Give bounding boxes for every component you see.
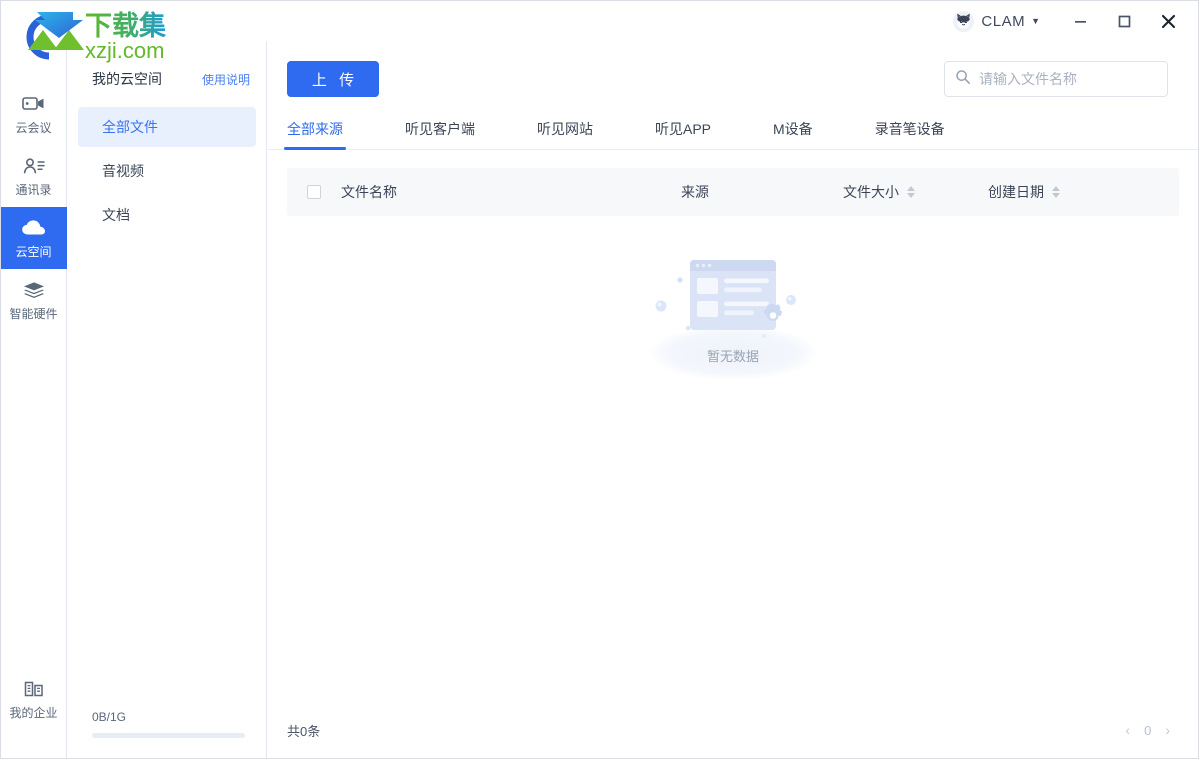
tab-label: 听见网站 — [537, 121, 593, 137]
tab-label: 录音笔设备 — [874, 121, 945, 137]
tab-label: M设备 — [773, 121, 813, 137]
tab-all-sources[interactable]: 全部来源 — [284, 119, 346, 150]
close-button[interactable] — [1146, 1, 1190, 41]
select-all-checkbox[interactable] — [307, 185, 321, 199]
subnav-title: 我的云空间 — [92, 71, 162, 87]
main-toolbar: 上 传 — [268, 41, 1198, 97]
sidebar-item-contacts[interactable]: 通讯录 — [1, 145, 67, 207]
minimize-button[interactable] — [1058, 1, 1102, 41]
column-create-date[interactable]: 创建日期 — [988, 182, 1148, 202]
table-footer: 共0条 ‹ 0 › — [268, 702, 1198, 758]
tab-recorder-device[interactable]: 录音笔设备 — [875, 119, 945, 149]
subnav-item-audio-video[interactable]: 音视频 — [78, 151, 256, 191]
no-data-document-icon — [655, 260, 796, 338]
minimize-icon — [1074, 20, 1086, 23]
storage-progress-track — [92, 733, 245, 738]
sidebar-label: 云空间 — [15, 244, 52, 259]
sidebar-label: 通讯录 — [15, 182, 52, 197]
titlebar: CLAM ▼ — [1, 1, 1198, 41]
subnav-item-label: 文档 — [102, 207, 130, 223]
pagination-page-number: 0 — [1144, 722, 1152, 738]
tab-tingjian-client[interactable]: 听见客户端 — [405, 119, 475, 149]
subnav-item-label: 音视频 — [102, 163, 144, 179]
sidebar-label: 我的企业 — [9, 705, 58, 720]
sidebar-item-cloud-space[interactable]: 云空间 — [1, 207, 67, 269]
cat-face-icon — [953, 10, 975, 32]
subnav-item-label: 全部文件 — [102, 119, 158, 135]
column-file-name: 文件名称 — [341, 182, 681, 202]
sidebar-rail: 云会议 通讯录 云空间 智能硬件 我的企业 — [1, 41, 67, 758]
subnav-list: 全部文件 音视频 文档 — [68, 107, 266, 235]
chevron-down-icon: ▼ — [1031, 16, 1040, 26]
search-input[interactable] — [979, 71, 1160, 87]
contacts-icon — [22, 157, 46, 180]
source-tabs: 全部来源 听见客户端 听见网站 听见APP M设备 录音笔设备 — [268, 115, 1198, 150]
subnav-panel: 我的云空间 使用说明 全部文件 音视频 文档 0B/1G — [68, 41, 267, 758]
subnav-item-documents[interactable]: 文档 — [78, 195, 256, 235]
empty-state-illustration — [633, 238, 833, 388]
tab-m-device[interactable]: M设备 — [773, 119, 813, 149]
search-icon — [955, 69, 971, 90]
video-camera-icon — [21, 95, 46, 118]
tab-tingjian-website[interactable]: 听见网站 — [537, 119, 593, 149]
tab-label: 听见APP — [655, 121, 712, 137]
maximize-button[interactable] — [1102, 1, 1146, 41]
search-box[interactable] — [944, 61, 1168, 97]
column-source: 来源 — [681, 182, 843, 202]
app-window: CLAM ▼ 云会议 通讯录 云空间 智能硬件 我的企业 我的云空间 使用说明 … — [0, 0, 1199, 759]
upload-button[interactable]: 上 传 — [287, 61, 379, 97]
sidebar-item-smart-hardware[interactable]: 智能硬件 — [1, 269, 67, 331]
total-count-text: 共0条 — [287, 723, 321, 739]
select-all-cell — [287, 185, 341, 199]
usage-guide-link[interactable]: 使用说明 — [202, 71, 250, 88]
storage-usage-text: 0B/1G — [92, 710, 127, 724]
pagination-next-button[interactable]: › — [1165, 722, 1170, 738]
tab-label: 全部来源 — [287, 121, 343, 137]
column-label: 创建日期 — [988, 184, 1044, 200]
column-label: 文件大小 — [843, 184, 899, 200]
user-menu[interactable]: CLAM ▼ — [953, 10, 1040, 32]
subnav-item-all-files[interactable]: 全部文件 — [78, 107, 256, 147]
sidebar-item-cloud-meeting[interactable]: 云会议 — [1, 83, 67, 145]
tab-label: 听见客户端 — [405, 121, 475, 137]
layers-icon — [22, 281, 46, 304]
column-label: 来源 — [681, 184, 709, 200]
empty-state-text: 暂无数据 — [706, 349, 759, 364]
maximize-icon — [1118, 15, 1130, 27]
building-icon — [22, 680, 46, 703]
close-icon — [1161, 14, 1175, 28]
sort-arrows-icon[interactable] — [1052, 186, 1060, 198]
sidebar-item-my-enterprise[interactable]: 我的企业 — [1, 668, 67, 730]
cloud-icon — [21, 219, 47, 242]
pagination-prev-button[interactable]: ‹ — [1125, 722, 1130, 738]
main-content: 上 传 全部来源 听见客户端 听见网站 — [268, 41, 1198, 758]
pagination: ‹ 0 › — [1125, 722, 1170, 738]
table-header-row: 文件名称 来源 文件大小 创建日期 — [287, 168, 1179, 216]
column-label: 文件名称 — [341, 184, 397, 200]
tab-tingjian-app[interactable]: 听见APP — [655, 119, 711, 149]
column-file-size[interactable]: 文件大小 — [843, 182, 988, 202]
sidebar-label: 智能硬件 — [9, 306, 58, 321]
sidebar-label: 云会议 — [15, 120, 52, 135]
user-name: CLAM — [981, 12, 1026, 30]
subnav-header: 我的云空间 使用说明 — [68, 41, 266, 89]
sort-arrows-icon[interactable] — [907, 186, 915, 198]
storage-indicator: 0B/1G — [68, 710, 267, 738]
empty-state: 暂无数据 — [268, 238, 1198, 458]
